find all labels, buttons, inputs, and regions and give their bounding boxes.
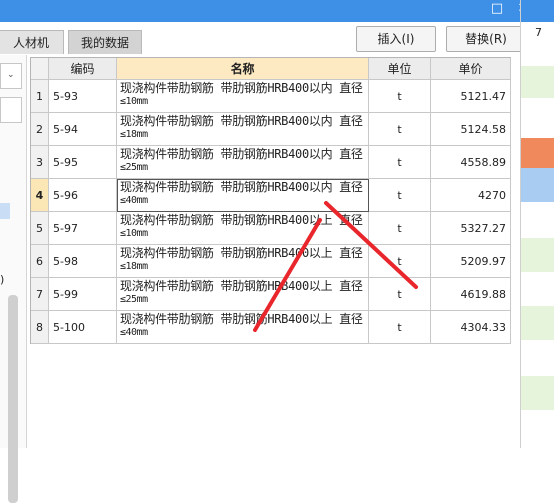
price-cell[interactable]: 5124.58 (431, 113, 511, 146)
unit-cell[interactable]: t (369, 146, 431, 179)
right-row-green-1 (521, 66, 554, 98)
unit-cell[interactable]: t (369, 113, 431, 146)
name-cell[interactable]: 现浇构件带肋钢筋 带肋钢筋HRB400以上 直径 ≤18mm (117, 245, 369, 278)
left-tree-panel: ⌄ ) (0, 55, 27, 503)
unit-cell[interactable]: t (369, 311, 431, 344)
right-row-green-3 (521, 306, 554, 340)
price-cell[interactable]: 5209.97 (431, 245, 511, 278)
code-cell[interactable]: 5-97 (49, 212, 117, 245)
right-value-label: 7 (535, 26, 542, 39)
table-row[interactable]: 8 5-100 现浇构件带肋钢筋 带肋钢筋HRB400以上 直径 ≤40mm t 4304… (31, 311, 511, 344)
name-line-2: ≤18mm (120, 129, 148, 140)
left-dropdown[interactable]: ⌄ (0, 63, 22, 89)
name-line-1: 现浇构件带肋钢筋 带肋钢筋HRB400以内 直径 (120, 180, 363, 194)
name-cell[interactable]: 现浇构件带肋钢筋 带肋钢筋HRB400以内 直径 ≤40mm (117, 179, 369, 212)
name-line-2: ≤10mm (120, 96, 148, 107)
name-cell[interactable]: 现浇构件带肋钢筋 带肋钢筋HRB400以上 直径 ≤25mm (117, 278, 369, 311)
name-line-1: 现浇构件带肋钢筋 带肋钢筋HRB400以上 直径 (120, 279, 363, 293)
code-cell[interactable]: 5-96 (49, 179, 117, 212)
name-line-1: 现浇构件带肋钢筋 带肋钢筋HRB400以上 直径 (120, 213, 363, 227)
table-row[interactable]: 3 5-95 现浇构件带肋钢筋 带肋钢筋HRB400以内 直径 ≤25mm t 4558.… (31, 146, 511, 179)
chevron-down-icon: ⌄ (7, 70, 15, 80)
tree-selected-item[interactable] (0, 203, 10, 219)
row-index: 5 (31, 212, 49, 245)
name-cell[interactable]: 现浇构件带肋钢筋 带肋钢筋HRB400以内 直径 ≤10mm (117, 80, 369, 113)
right-row-blue (521, 168, 554, 202)
table-row[interactable]: 1 5-93 现浇构件带肋钢筋 带肋钢筋HRB400以内 直径 ≤10mm t 5121.… (31, 80, 511, 113)
code-cell[interactable]: 5-99 (49, 278, 117, 311)
name-cell[interactable]: 现浇构件带肋钢筋 带肋钢筋HRB400以内 直径 ≤25mm (117, 146, 369, 179)
replace-button[interactable]: 替换(R) (446, 26, 526, 52)
unit-cell[interactable]: t (369, 212, 431, 245)
window-title-bar: □ ✕ (0, 0, 554, 22)
header-index (31, 58, 49, 80)
price-cell[interactable]: 4304.33 (431, 311, 511, 344)
row-index: 2 (31, 113, 49, 146)
unit-cell[interactable]: t (369, 80, 431, 113)
row-index: 8 (31, 311, 49, 344)
right-side-panel: 7 (520, 0, 554, 448)
header-name[interactable]: 名称 (117, 58, 369, 80)
tab-my-data[interactable]: 我的数据 (68, 30, 142, 54)
name-line-1: 现浇构件带肋钢筋 带肋钢筋HRB400以内 直径 (120, 114, 363, 128)
price-cell[interactable]: 5121.47 (431, 80, 511, 113)
tab-labor-material-machine[interactable]: 人材机 (0, 30, 64, 54)
row-index: 4 (31, 179, 49, 212)
row-index: 6 (31, 245, 49, 278)
insert-button[interactable]: 插入(I) (356, 26, 436, 52)
unit-cell[interactable]: t (369, 278, 431, 311)
left-search-input[interactable] (0, 97, 22, 123)
table-row[interactable]: 6 5-98 现浇构件带肋钢筋 带肋钢筋HRB400以上 直径 ≤18mm t 5209.… (31, 245, 511, 278)
table-header: 编码 名称 单位 单价 (31, 58, 511, 80)
code-cell[interactable]: 5-94 (49, 113, 117, 146)
name-line-2: ≤25mm (120, 162, 148, 173)
name-cell[interactable]: 现浇构件带肋钢筋 带肋钢筋HRB400以上 直径 ≤10mm (117, 212, 369, 245)
row-index: 7 (31, 278, 49, 311)
row-index: 1 (31, 80, 49, 113)
name-line-2: ≤10mm (120, 228, 148, 239)
name-line-2: ≤18mm (120, 261, 148, 272)
price-cell[interactable]: 4558.89 (431, 146, 511, 179)
right-row-green-2 (521, 238, 554, 272)
price-cell[interactable]: 5327.27 (431, 212, 511, 245)
name-line-2: ≤25mm (120, 294, 148, 305)
code-cell[interactable]: 5-98 (49, 245, 117, 278)
name-cell[interactable]: 现浇构件带肋钢筋 带肋钢筋HRB400以内 直径 ≤18mm (117, 113, 369, 146)
table-row[interactable]: 5 5-97 现浇构件带肋钢筋 带肋钢筋HRB400以上 直径 ≤10mm t 5327.… (31, 212, 511, 245)
name-line-1: 现浇构件带肋钢筋 带肋钢筋HRB400以内 直径 (120, 147, 363, 161)
price-cell[interactable]: 4619.88 (431, 278, 511, 311)
quota-table: 编码 名称 单位 单价 1 5-93 现浇构件带肋钢筋 带肋钢筋HRB400以内 直… (30, 57, 511, 344)
name-line-1: 现浇构件带肋钢筋 带肋钢筋HRB400以内 直径 (120, 81, 363, 95)
unit-cell[interactable]: t (369, 245, 431, 278)
code-cell[interactable]: 5-95 (49, 146, 117, 179)
name-line-2: ≤40mm (120, 327, 148, 338)
code-cell[interactable]: 5-93 (49, 80, 117, 113)
left-edge-label: ) (0, 273, 5, 286)
row-index: 3 (31, 146, 49, 179)
table-row[interactable]: 2 5-94 现浇构件带肋钢筋 带肋钢筋HRB400以内 直径 ≤18mm t 5124.… (31, 113, 511, 146)
code-cell[interactable]: 5-100 (49, 311, 117, 344)
header-unit[interactable]: 单位 (369, 58, 431, 80)
table-row[interactable]: 7 5-99 现浇构件带肋钢筋 带肋钢筋HRB400以上 直径 ≤25mm t 4619.… (31, 278, 511, 311)
name-line-1: 现浇构件带肋钢筋 带肋钢筋HRB400以上 直径 (120, 246, 363, 260)
header-code[interactable]: 编码 (49, 58, 117, 80)
header-price[interactable]: 单价 (431, 58, 511, 80)
left-scrollbar[interactable] (8, 295, 18, 503)
name-line-2: ≤40mm (120, 195, 148, 206)
maximize-icon[interactable]: □ (486, 0, 508, 18)
table-row[interactable]: 4 5-96 现浇构件带肋钢筋 带肋钢筋HRB400以内 直径 ≤40mm t 4270 (31, 179, 511, 212)
name-line-1: 现浇构件带肋钢筋 带肋钢筋HRB400以上 直径 (120, 312, 363, 326)
name-cell[interactable]: 现浇构件带肋钢筋 带肋钢筋HRB400以上 直径 ≤40mm (117, 311, 369, 344)
right-row-orange (521, 138, 554, 168)
right-row-green-4 (521, 376, 554, 410)
right-title-fragment (521, 0, 554, 22)
price-cell[interactable]: 4270 (431, 179, 511, 212)
unit-cell[interactable]: t (369, 179, 431, 212)
